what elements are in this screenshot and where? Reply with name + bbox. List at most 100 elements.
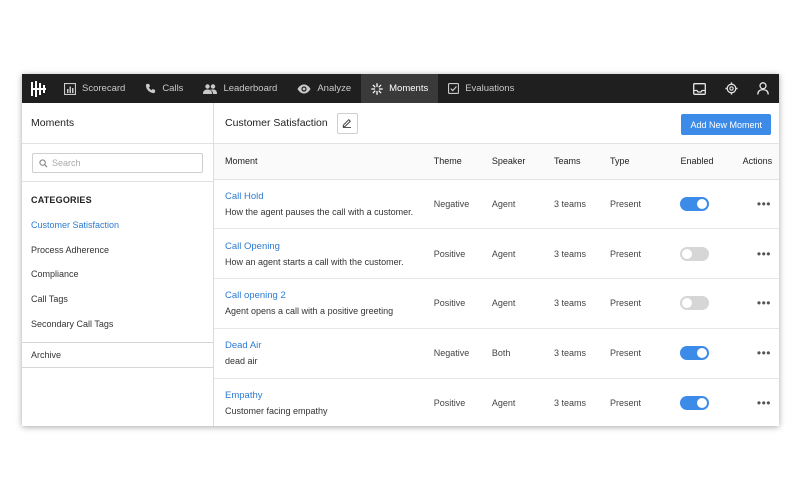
edit-title-button[interactable] [336, 112, 358, 134]
page-title: Customer Satisfaction [225, 117, 328, 129]
category-call-tags[interactable]: Call Tags [22, 287, 213, 312]
table-row: Dead Air dead air Negative Both 3 teams … [214, 328, 779, 379]
app-window: Scorecard Calls Leaderboard Analyze Mome… [22, 74, 779, 426]
column-header-theme[interactable]: Theme [433, 144, 492, 180]
nav-label: Analyze [317, 83, 352, 94]
enabled-cell [680, 179, 743, 230]
category-secondary-call-tags[interactable]: Secondary Call Tags [22, 311, 213, 336]
enabled-cell [680, 378, 743, 426]
more-dots-icon[interactable]: ••• [757, 346, 771, 360]
table-row: Call opening 2 Agent opens a call with a… [214, 278, 779, 329]
enabled-toggle[interactable] [680, 296, 710, 311]
nav-evaluations[interactable]: Evaluations [438, 74, 524, 103]
type-cell: Present [609, 378, 681, 426]
app-logo[interactable] [24, 74, 54, 103]
moment-cell: Call Hold How the agent pauses the call … [214, 179, 434, 230]
actions-cell: ••• [742, 278, 779, 329]
column-header-type[interactable]: Type [609, 144, 681, 180]
nav-analyze[interactable]: Analyze [287, 74, 361, 103]
more-dots-icon[interactable]: ••• [757, 396, 771, 410]
moment-description: Agent opens a call with a positive greet… [225, 306, 394, 317]
theme-cell: Negative [433, 179, 492, 230]
search-icon [39, 158, 48, 168]
nav-scorecard[interactable]: Scorecard [54, 74, 135, 103]
enabled-toggle[interactable] [680, 396, 710, 411]
category-process-adherence[interactable]: Process Adherence [22, 238, 213, 263]
nav-label: Leaderboard [223, 83, 278, 94]
main-panel: Customer Satisfaction Add New Moment Mom… [214, 103, 779, 426]
gear-icon[interactable] [715, 74, 747, 103]
table-row: Empathy Customer facing empathy Positive… [214, 378, 779, 426]
enabled-toggle[interactable] [680, 196, 710, 211]
category-customer-satisfaction[interactable]: Customer Satisfaction [22, 213, 213, 238]
moment-name-link[interactable]: Call Opening [225, 241, 434, 252]
actions-cell: ••• [742, 328, 779, 379]
teams-cell: 3 teams [554, 228, 610, 280]
nav-label: Calls [162, 83, 184, 94]
moment-cell: Empathy Customer facing empathy [214, 378, 434, 426]
column-header-moment[interactable]: Moment [214, 144, 434, 180]
sidebar: Moments CATEGORIES Customer Satisfaction… [22, 103, 214, 426]
column-header-teams[interactable]: Teams [554, 144, 610, 180]
type-cell: Present [609, 228, 681, 280]
bar-chart-icon [64, 82, 76, 95]
teams-cell: 3 teams [554, 378, 610, 426]
actions-cell: ••• [742, 228, 779, 280]
speaker-cell: Agent [491, 378, 554, 426]
checkbox-icon [448, 83, 460, 94]
moment-name-link[interactable]: Dead Air [225, 340, 434, 351]
column-header-actions: Actions [742, 144, 779, 180]
archive-link[interactable]: Archive [22, 343, 213, 368]
enabled-toggle[interactable] [680, 246, 710, 261]
actions-cell: ••• [742, 378, 779, 426]
sidebar-title: Moments [22, 103, 213, 144]
toggle-knob [697, 348, 708, 359]
toggle-knob [697, 398, 708, 409]
moment-name-link[interactable]: Call Hold [225, 191, 434, 202]
category-compliance[interactable]: Compliance [22, 262, 213, 287]
moment-description: How the agent pauses the call with a cus… [225, 206, 414, 217]
user-icon[interactable] [747, 74, 779, 103]
moment-description: How an agent starts a call with the cust… [225, 256, 404, 267]
more-dots-icon[interactable]: ••• [757, 247, 771, 261]
toggle-knob [682, 298, 693, 309]
column-header-speaker[interactable]: Speaker [491, 144, 554, 180]
type-cell: Present [609, 179, 681, 230]
add-new-moment-button[interactable]: Add New Moment [681, 114, 771, 135]
moment-description: dead air [225, 356, 258, 367]
toggle-knob [682, 248, 693, 259]
teams-cell: 3 teams [554, 179, 610, 230]
type-cell: Present [609, 328, 681, 379]
column-header-enabled[interactable]: Enabled [680, 144, 743, 180]
inbox-icon[interactable] [683, 74, 715, 103]
moment-cell: Dead Air dead air [214, 328, 434, 379]
theme-cell: Positive [433, 228, 492, 280]
search-container [22, 144, 213, 182]
more-dots-icon[interactable]: ••• [757, 296, 771, 310]
table-header-row: Moment Theme Speaker Teams Type Enabled … [214, 144, 779, 180]
actions-cell: ••• [742, 179, 779, 230]
enabled-toggle[interactable] [680, 346, 710, 361]
theme-cell: Positive [433, 278, 492, 329]
type-cell: Present [609, 278, 681, 329]
moment-cell: Call opening 2 Agent opens a call with a… [214, 278, 434, 329]
table-body: Call Hold How the agent pauses the call … [214, 179, 779, 426]
more-dots-icon[interactable]: ••• [757, 197, 771, 211]
pencil-icon [342, 118, 352, 128]
eye-icon [297, 84, 311, 93]
teams-cell: 3 teams [554, 278, 610, 329]
nav-label: Scorecard [82, 83, 126, 94]
people-icon [203, 83, 218, 94]
moment-name-link[interactable]: Empathy [225, 390, 434, 401]
nav-calls[interactable]: Calls [135, 74, 193, 103]
speaker-cell: Both [491, 328, 554, 379]
nav-leaderboard[interactable]: Leaderboard [193, 74, 287, 103]
table-row: Call Hold How the agent pauses the call … [214, 179, 779, 230]
table-row: Call Opening How an agent starts a call … [214, 228, 779, 280]
nav-moments[interactable]: Moments [361, 74, 439, 103]
moment-name-link[interactable]: Call opening 2 [225, 290, 434, 301]
search-box[interactable] [32, 153, 203, 173]
enabled-cell [680, 328, 743, 379]
search-input[interactable] [52, 158, 192, 168]
phone-icon [146, 83, 156, 94]
